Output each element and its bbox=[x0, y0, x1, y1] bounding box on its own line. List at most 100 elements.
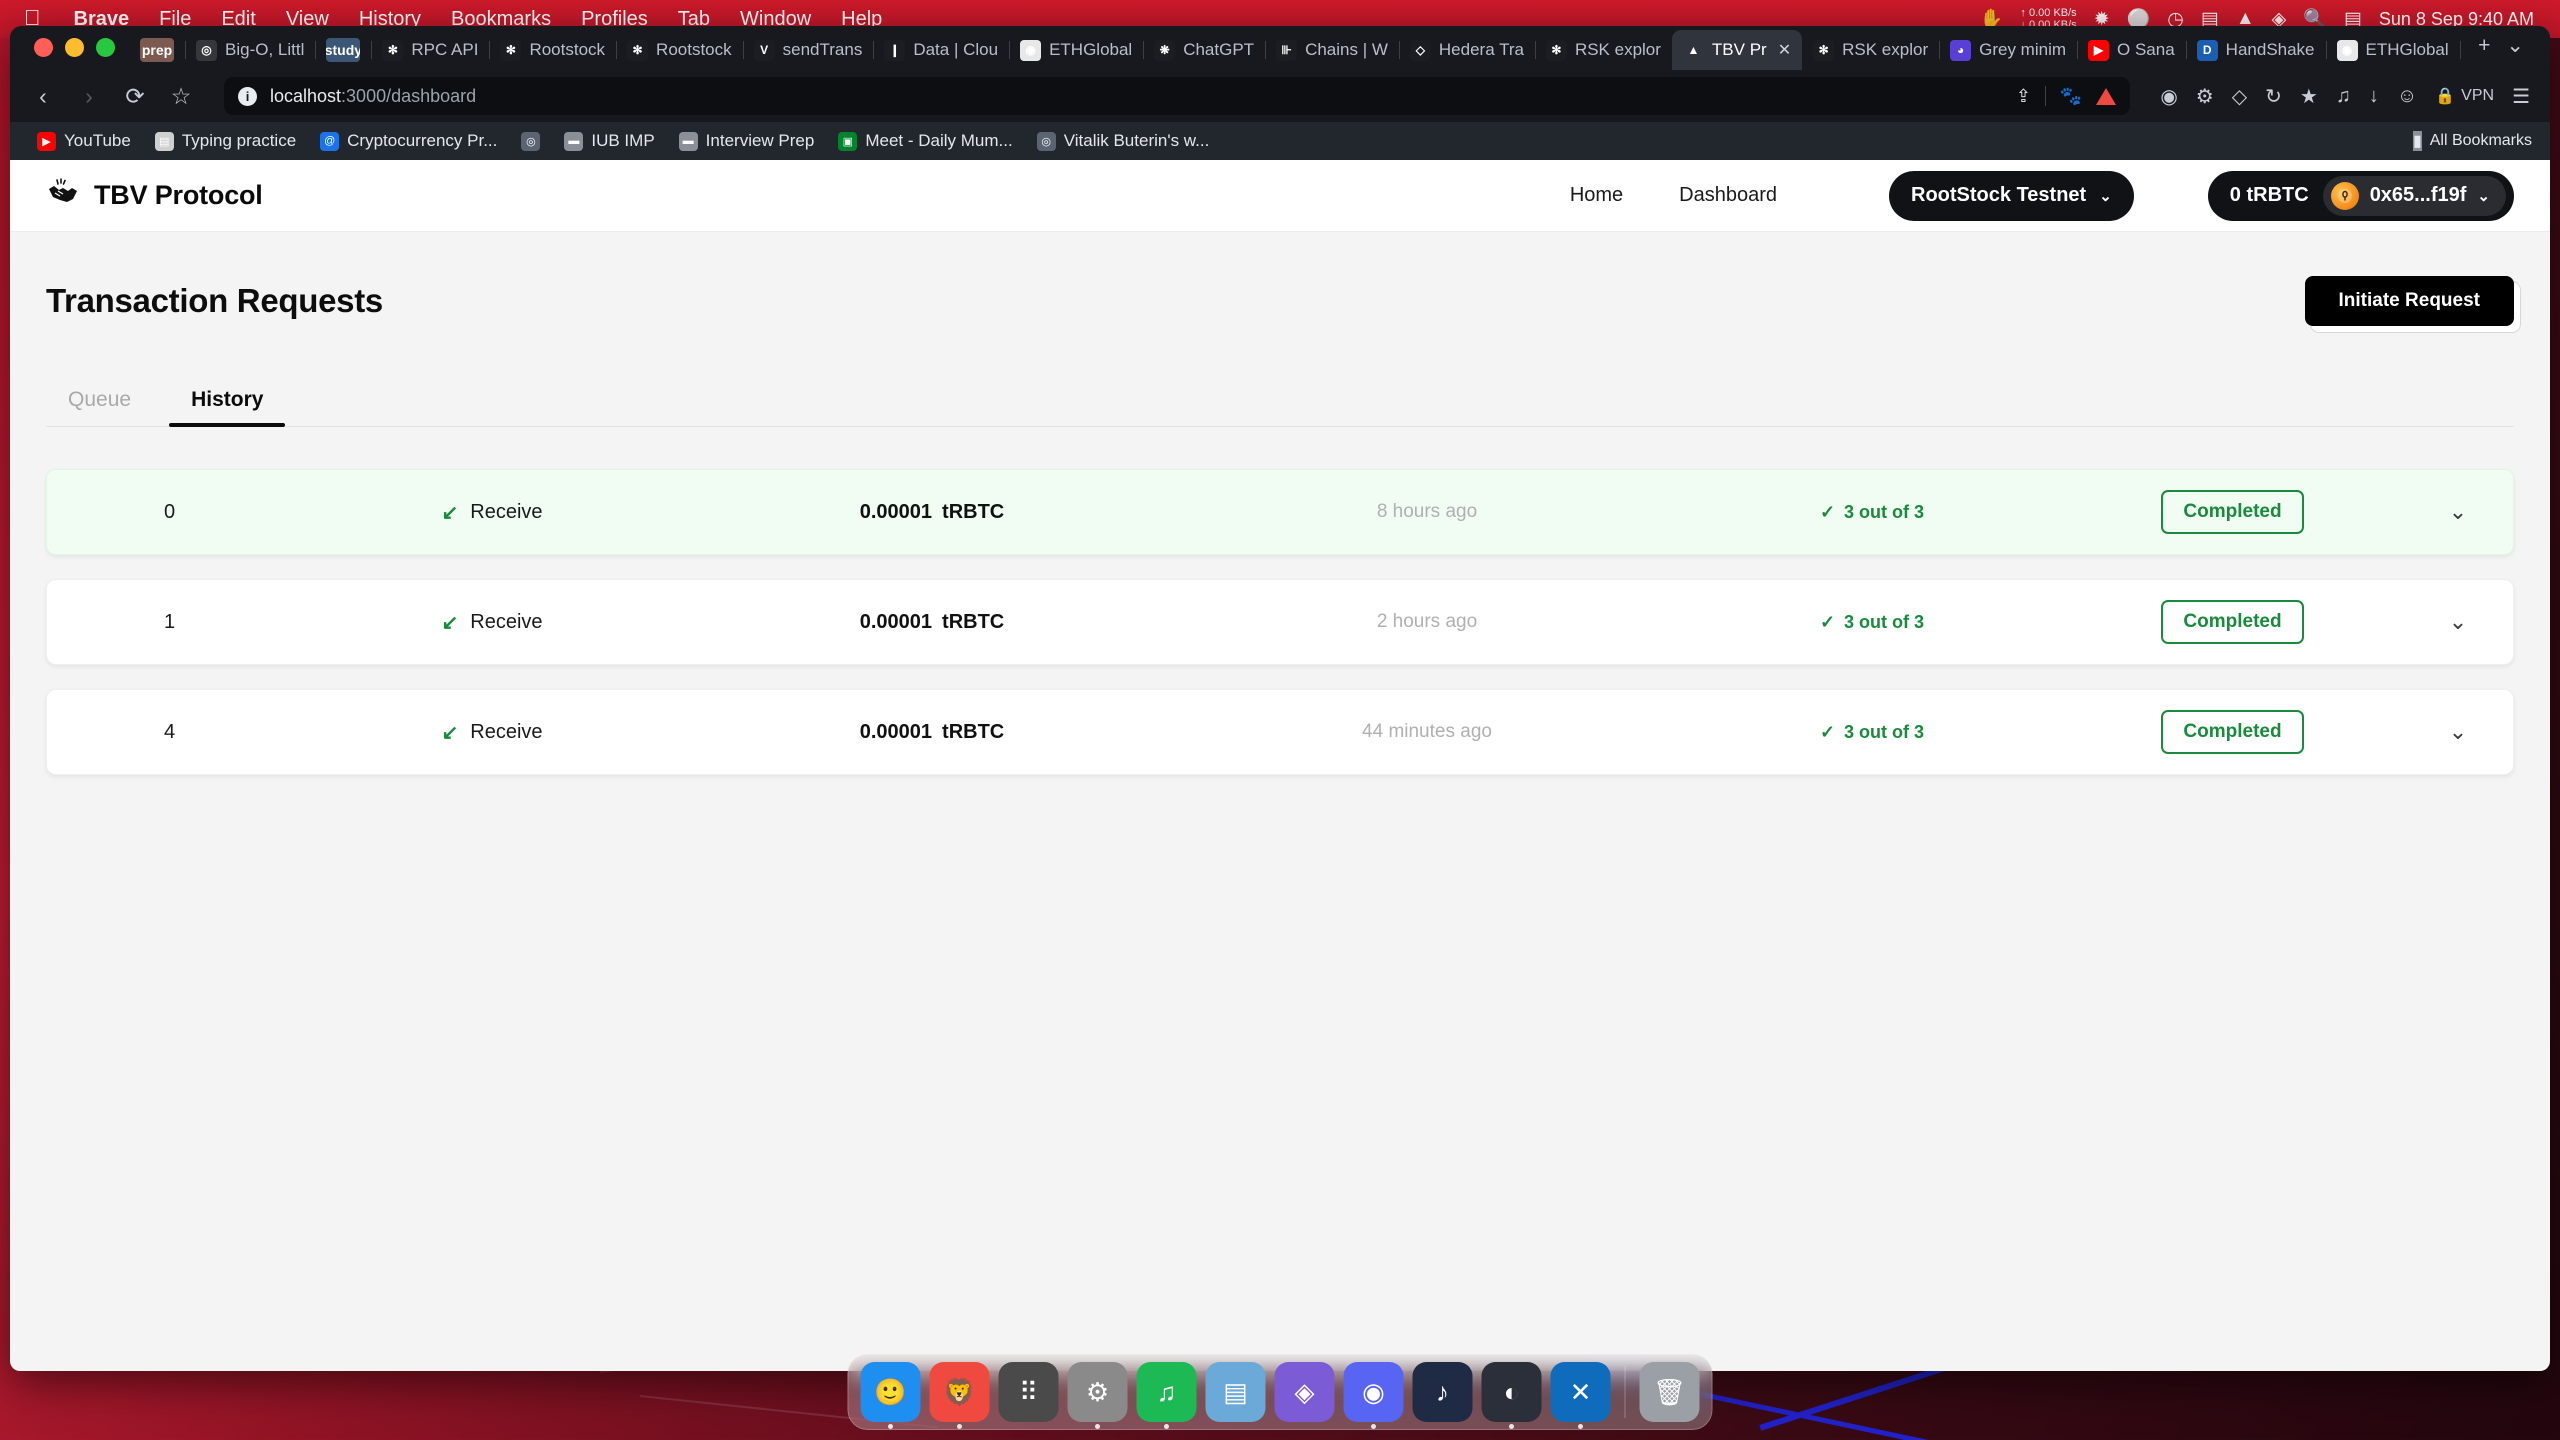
browser-tab-hedera-tra[interactable]: ◇ Hedera Tra bbox=[1398, 30, 1535, 70]
expand-row-button[interactable]: ⌄ bbox=[2403, 609, 2513, 635]
rootstock-icon: ✻ bbox=[500, 39, 522, 61]
expand-row-button[interactable]: ⌄ bbox=[2403, 499, 2513, 525]
expand-row-button[interactable]: ⌄ bbox=[2403, 719, 2513, 745]
transaction-row[interactable]: 0 ↙ Receive 0.00001 tRBTC 8 hours ago ✓ 3 out o… bbox=[46, 469, 2514, 555]
bookmark-interview-prep[interactable]: ▬ Interview Prep bbox=[670, 127, 824, 155]
vpn-button[interactable]: 🔒 VPN bbox=[2435, 86, 2494, 106]
dock-item-trash[interactable]: 🗑 bbox=[1639, 1362, 1700, 1422]
all-bookmarks-button[interactable]: ▮ All Bookmarks bbox=[2412, 131, 2532, 151]
browser-tab-rsk-explor[interactable]: ✻RSK explor bbox=[1802, 30, 1939, 70]
brand[interactable]: TBV Protocol bbox=[46, 176, 263, 215]
rootstock-icon: ✻ bbox=[627, 39, 649, 61]
close-window-button[interactable] bbox=[34, 38, 53, 57]
browser-tab-data-clou[interactable]: ❙ Data | Clou bbox=[873, 30, 1009, 70]
dock-item-discord[interactable]: ◉ bbox=[1343, 1362, 1404, 1429]
wallet-address-chip[interactable]: 0x65...f19f ⌄ bbox=[2322, 175, 2506, 216]
browser-tab-o-sana[interactable]: ▶ O Sana bbox=[2077, 30, 2186, 70]
brave-leo-icon[interactable] bbox=[2096, 87, 2117, 105]
playlist-icon[interactable]: ♫ bbox=[2336, 85, 2351, 108]
status-badge[interactable]: Completed bbox=[2161, 490, 2304, 534]
ethglobal-icon: ◉ bbox=[2336, 39, 2358, 61]
bookmark-star-icon[interactable]: ☆ bbox=[168, 83, 194, 110]
dock-item-notes[interactable]: ▤ bbox=[1205, 1362, 1266, 1422]
close-tab-button[interactable]: ✕ bbox=[1778, 40, 1791, 60]
divider bbox=[2044, 86, 2046, 106]
maximize-window-button[interactable] bbox=[96, 38, 115, 57]
signature-count: ✓ 3 out of 3 bbox=[1682, 612, 2062, 633]
browser-tab-grey-minim[interactable]: ◕ Grey minim bbox=[1939, 30, 2077, 70]
browser-tab-ethglobal[interactable]: ◉ ETHGlobal bbox=[1009, 30, 1143, 70]
shield-icon[interactable]: ★ bbox=[2300, 84, 2318, 109]
address-bar[interactable]: i localhost:3000/dashboard ⇪ 🐾 bbox=[224, 77, 2131, 115]
status-badge[interactable]: Completed bbox=[2161, 710, 2304, 754]
browser-tab-rootstock[interactable]: ✻ Rootstock bbox=[616, 30, 743, 70]
downloads-icon[interactable]: ↓ bbox=[2369, 85, 2379, 108]
ethglobal-icon: ◉ bbox=[1020, 39, 1042, 61]
dock-item-spotify[interactable]: ♫ bbox=[1136, 1362, 1197, 1429]
sync-icon[interactable]: ↻ bbox=[2265, 84, 2282, 109]
minimize-window-button[interactable] bbox=[65, 38, 84, 57]
nav-dashboard[interactable]: Dashboard bbox=[1679, 184, 1777, 207]
back-button[interactable]: ‹ bbox=[30, 83, 56, 110]
new-tab-button[interactable]: + bbox=[2478, 34, 2490, 58]
site-info-icon[interactable]: i bbox=[238, 86, 257, 106]
browser-tab-rsk-explor[interactable]: ✻RSK explor bbox=[1534, 30, 1672, 70]
dock-item-obsidian[interactable]: ◈ bbox=[1274, 1362, 1335, 1422]
forward-button[interactable]: › bbox=[76, 83, 102, 110]
reload-button[interactable]: ⟳ bbox=[122, 83, 148, 110]
tab-queue[interactable]: Queue bbox=[46, 388, 153, 426]
profile-icon[interactable]: ☺ bbox=[2397, 85, 2417, 108]
dock-item-vscode[interactable]: ✕ bbox=[1550, 1362, 1611, 1429]
dock-item-brave[interactable]: 🦁 bbox=[929, 1362, 990, 1429]
transaction-row[interactable]: 4 ↙ Receive 0.00001 tRBTC 44 minutes ago ✓ 3 ou… bbox=[46, 689, 2514, 775]
wallet-button[interactable]: 0 tRBTC 0x65...f19f ⌄ bbox=[2207, 170, 2514, 221]
browser-menu-button[interactable]: ☰ bbox=[2512, 84, 2530, 109]
status-badge[interactable]: Completed bbox=[2161, 600, 2304, 644]
wallet-icon[interactable]: ◇ bbox=[2232, 84, 2247, 109]
browser-tab-strip: prep ◎ Big-O, Littl study ✻ RPC API ✻ Rootstock… bbox=[10, 26, 2550, 70]
browser-tab-rsk-explor[interactable]: ✻RSK explor bbox=[2459, 30, 2466, 70]
browser-tab-label: Rootstock bbox=[529, 40, 606, 59]
browser-tab-rootstock[interactable]: ✻ Rootstock bbox=[489, 30, 616, 70]
initiate-request-button[interactable]: Initiate Request bbox=[2304, 276, 2514, 326]
dock-item-settings[interactable]: ⚙ bbox=[1067, 1362, 1128, 1429]
bookmark-link[interactable]: ◎ bbox=[512, 128, 549, 155]
bookmark-meet-daily-mum[interactable]: ▣ Meet - Daily Mum... bbox=[829, 127, 1021, 155]
browser-tab-rpc-api[interactable]: ✻ RPC API bbox=[371, 30, 489, 70]
dock-item-musescore[interactable]: ♪ bbox=[1412, 1362, 1473, 1422]
bookmark-label: Typing practice bbox=[181, 131, 297, 150]
browser-tab-study[interactable]: study bbox=[315, 30, 371, 70]
dock-item-arc[interactable]: ◐ bbox=[1481, 1362, 1542, 1429]
bookmark-typing-practice[interactable]: ▤ Typing practice bbox=[146, 127, 305, 155]
tab-history[interactable]: History bbox=[169, 388, 286, 427]
extension-puzzle-icon[interactable]: ⚙ bbox=[2196, 84, 2214, 109]
browser-tab-chatgpt[interactable]: ❋ ChatGPT bbox=[1143, 30, 1265, 70]
bookmark-cryptocurrency-pr[interactable]: @ Cryptocurrency Pr... bbox=[311, 127, 506, 155]
browser-tab-handshake[interactable]: D HandShake bbox=[2185, 30, 2326, 70]
browser-tab-big-o-littl[interactable]: ◎ Big-O, Littl bbox=[185, 30, 315, 70]
browser-tab-label: RPC API bbox=[411, 40, 479, 59]
nav-home[interactable]: Home bbox=[1570, 184, 1623, 207]
hedera-icon: ◇ bbox=[1409, 39, 1431, 61]
browser-tab-tbv-pr[interactable]: ▲ TBV Pr ✕ bbox=[1671, 30, 1803, 70]
browser-tab-ethglobal[interactable]: ◉ ETHGlobal bbox=[2325, 30, 2460, 70]
transaction-type: ↙ Receive bbox=[292, 500, 692, 525]
browser-tab-prep[interactable]: prep bbox=[129, 30, 185, 70]
bookmark-vitalik-buterin-s-w[interactable]: ◎ Vitalik Buterin's w... bbox=[1028, 127, 1219, 155]
browser-tab-label: sendTrans bbox=[782, 40, 863, 59]
bookmark-youtube[interactable]: ▶ YouTube bbox=[28, 127, 140, 155]
browser-tab-sendtrans[interactable]: VsendTrans bbox=[742, 30, 874, 70]
transaction-list: 0 ↙ Receive 0.00001 tRBTC 8 hours ago ✓ 3 out o… bbox=[46, 469, 2514, 775]
dock-item-finder[interactable]: 🙂 bbox=[860, 1362, 921, 1429]
bookmark-label: Cryptocurrency Pr... bbox=[347, 131, 498, 150]
dock-item-launchpad[interactable]: ⠿ bbox=[998, 1362, 1059, 1422]
bookmark-iub-imp[interactable]: ▬ IUB IMP bbox=[555, 127, 663, 155]
brave-shields-icon[interactable]: 🐾 bbox=[2060, 86, 2082, 107]
share-icon[interactable]: ⇪ bbox=[2016, 86, 2031, 107]
network-selector[interactable]: RootStock Testnet ⌄ bbox=[1889, 170, 2134, 221]
browser-tab-chains-w[interactable]: ⊪ Chains | W bbox=[1265, 30, 1399, 70]
transaction-row[interactable]: 1 ↙ Receive 0.00001 tRBTC 2 hours ago ✓ 3 out o… bbox=[46, 579, 2514, 665]
brave-rewards-icon[interactable]: ◉ bbox=[2160, 84, 2177, 109]
tab-search-button[interactable]: ⌄ bbox=[2506, 33, 2524, 58]
page-tabs: Queue History bbox=[46, 388, 2514, 427]
